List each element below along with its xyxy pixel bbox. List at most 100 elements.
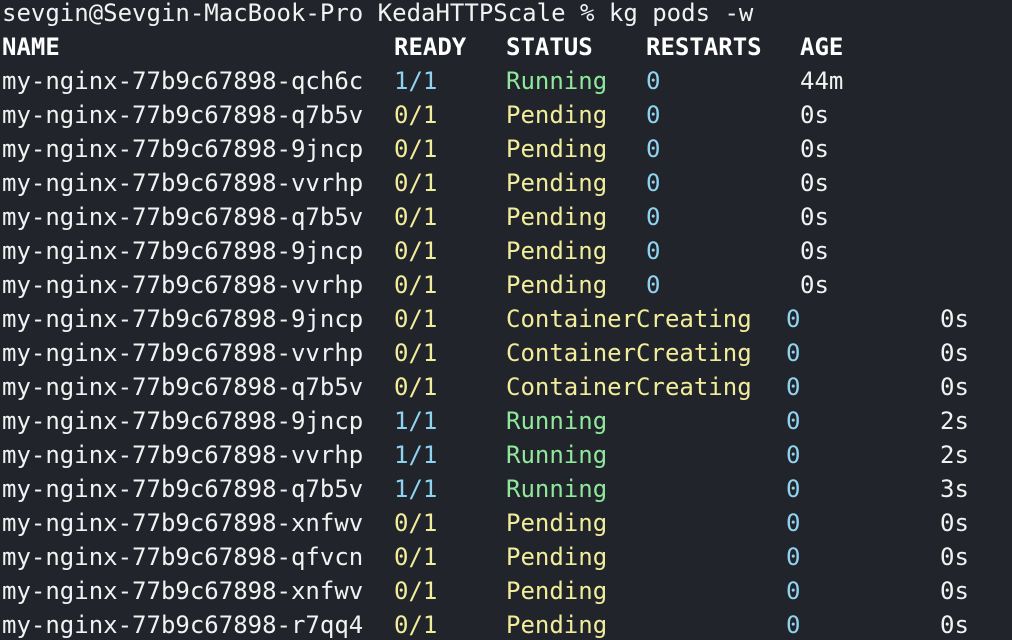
pod-status: Pending xyxy=(506,271,608,299)
command-prompt-line: sevgin@Sevgin-MacBook-Pro KedaHTTPScale … xyxy=(0,0,1012,30)
pod-status: Pending xyxy=(506,509,608,537)
pod-age: 0s xyxy=(800,169,829,197)
pod-restarts: 0 xyxy=(646,135,661,163)
pod-restarts: 0 xyxy=(786,577,801,605)
table-row: my-nginx-77b9c67898-xnfwv 0/1 Pending 0 0s xyxy=(0,574,1012,608)
pod-ready: 1/1 xyxy=(394,441,438,469)
pod-restarts: 0 xyxy=(786,475,801,503)
pod-name: my-nginx-77b9c67898-vvrhp xyxy=(2,271,364,299)
table-row: my-nginx-77b9c67898-9jncp 0/1 Pending 0 0s xyxy=(0,132,1012,166)
pod-restarts: 0 xyxy=(786,407,801,435)
pod-ready: 1/1 xyxy=(394,67,438,95)
pod-restarts: 0 xyxy=(646,237,661,265)
pod-age: 44m xyxy=(800,67,844,95)
pod-ready: 0/1 xyxy=(394,169,438,197)
pod-age: 0s xyxy=(800,237,829,265)
pod-name: my-nginx-77b9c67898-vvrhp xyxy=(2,169,364,197)
pod-status: Pending xyxy=(506,237,608,265)
pod-ready: 0/1 xyxy=(394,543,438,571)
pod-restarts: 0 xyxy=(786,305,801,333)
pod-ready: 1/1 xyxy=(394,475,438,503)
pod-status: Pending xyxy=(506,101,608,129)
table-row: my-nginx-77b9c67898-xnfwv 0/1 Pending 0 0s xyxy=(0,506,1012,540)
pod-status: Running xyxy=(506,441,608,469)
pod-age: 2s xyxy=(940,407,969,435)
table-row: my-nginx-77b9c67898-q7b5v 1/1 Running 0 3s xyxy=(0,472,1012,506)
pod-name: my-nginx-77b9c67898-qfvcn xyxy=(2,543,364,571)
table-row: my-nginx-77b9c67898-vvrhp 0/1 Pending 0 0s xyxy=(0,268,1012,302)
table-row: my-nginx-77b9c67898-vvrhp 1/1 Running 0 2s xyxy=(0,438,1012,472)
table-row: my-nginx-77b9c67898-9jncp 0/1 Pending 0 0s xyxy=(0,234,1012,268)
command-prompt: sevgin@Sevgin-MacBook-Pro KedaHTTPScale … xyxy=(2,0,754,27)
pod-ready: 0/1 xyxy=(394,237,438,265)
pod-age: 2s xyxy=(940,441,969,469)
pod-age: 0s xyxy=(940,509,969,537)
table-row: my-nginx-77b9c67898-r7qq4 0/1 Pending 0 0s xyxy=(0,608,1012,640)
column-header-age: AGE xyxy=(800,33,844,61)
pod-ready: 0/1 xyxy=(394,101,438,129)
pod-restarts: 0 xyxy=(646,271,661,299)
pod-name: my-nginx-77b9c67898-q7b5v xyxy=(2,203,364,231)
table-row: my-nginx-77b9c67898-vvrhp 0/1 Pending 0 0s xyxy=(0,166,1012,200)
pod-status: Running xyxy=(506,67,608,95)
pod-status: Pending xyxy=(506,611,608,639)
pod-name: my-nginx-77b9c67898-xnfwv xyxy=(2,509,364,537)
pod-ready: 1/1 xyxy=(394,407,438,435)
terminal-window[interactable]: sevgin@Sevgin-MacBook-Pro KedaHTTPScale … xyxy=(0,0,1012,640)
pod-name: my-nginx-77b9c67898-q7b5v xyxy=(2,101,364,129)
pod-name: my-nginx-77b9c67898-9jncp xyxy=(2,305,364,333)
pod-ready: 0/1 xyxy=(394,577,438,605)
pod-ready: 0/1 xyxy=(394,271,438,299)
pod-status: Running xyxy=(506,407,608,435)
pod-status: Pending xyxy=(506,135,608,163)
table-row: my-nginx-77b9c67898-qfvcn 0/1 Pending 0 0s xyxy=(0,540,1012,574)
table-row: my-nginx-77b9c67898-qch6c 1/1 Running 0 44m xyxy=(0,64,1012,98)
pod-age: 0s xyxy=(940,577,969,605)
pod-restarts: 0 xyxy=(646,67,661,95)
table-row: my-nginx-77b9c67898-vvrhp 0/1 ContainerCre… xyxy=(0,336,1012,370)
pod-age: 3s xyxy=(940,475,969,503)
pod-age: 0s xyxy=(800,101,829,129)
pod-ready: 0/1 xyxy=(394,339,438,367)
pod-status: ContainerCreating xyxy=(506,305,752,333)
pod-ready: 0/1 xyxy=(394,203,438,231)
pod-restarts: 0 xyxy=(786,373,801,401)
pod-name: my-nginx-77b9c67898-xnfwv xyxy=(2,577,364,605)
pod-age: 0s xyxy=(800,135,829,163)
pod-status: ContainerCreating xyxy=(506,373,752,401)
pod-status: Running xyxy=(506,475,608,503)
column-header-ready: READY xyxy=(394,33,467,61)
pod-ready: 0/1 xyxy=(394,509,438,537)
pod-restarts: 0 xyxy=(646,203,661,231)
pod-name: my-nginx-77b9c67898-q7b5v xyxy=(2,373,364,401)
pod-ready: 0/1 xyxy=(394,611,438,639)
pod-age: 0s xyxy=(940,339,969,367)
pod-name: my-nginx-77b9c67898-r7qq4 xyxy=(2,611,364,639)
pod-restarts: 0 xyxy=(786,611,801,639)
column-header-name: NAME xyxy=(2,33,60,61)
table-row: my-nginx-77b9c67898-9jncp 0/1 ContainerCre… xyxy=(0,302,1012,336)
pod-restarts: 0 xyxy=(786,339,801,367)
pod-status: Pending xyxy=(506,543,608,571)
pod-restarts: 0 xyxy=(786,509,801,537)
pod-ready: 0/1 xyxy=(394,373,438,401)
pod-status: ContainerCreating xyxy=(506,339,752,367)
pod-restarts: 0 xyxy=(646,169,661,197)
pod-name: my-nginx-77b9c67898-q7b5v xyxy=(2,475,364,503)
pod-status: Pending xyxy=(506,169,608,197)
pod-restarts: 0 xyxy=(786,543,801,571)
pod-status: Pending xyxy=(506,203,608,231)
table-header: NAME READY STATUS RESTARTS AGE xyxy=(0,30,1012,64)
pod-name: my-nginx-77b9c67898-vvrhp xyxy=(2,339,364,367)
column-header-status: STATUS xyxy=(506,33,593,61)
pod-ready: 0/1 xyxy=(394,305,438,333)
table-row: my-nginx-77b9c67898-q7b5v 0/1 Pending 0 0s xyxy=(0,98,1012,132)
table-row: my-nginx-77b9c67898-q7b5v 0/1 ContainerCre… xyxy=(0,370,1012,404)
column-header-restarts: RESTARTS xyxy=(646,33,762,61)
pod-restarts: 0 xyxy=(646,101,661,129)
pod-status: Pending xyxy=(506,577,608,605)
pod-name: my-nginx-77b9c67898-9jncp xyxy=(2,407,364,435)
pod-age: 0s xyxy=(940,543,969,571)
pod-age: 0s xyxy=(800,203,829,231)
pod-name: my-nginx-77b9c67898-9jncp xyxy=(2,237,364,265)
